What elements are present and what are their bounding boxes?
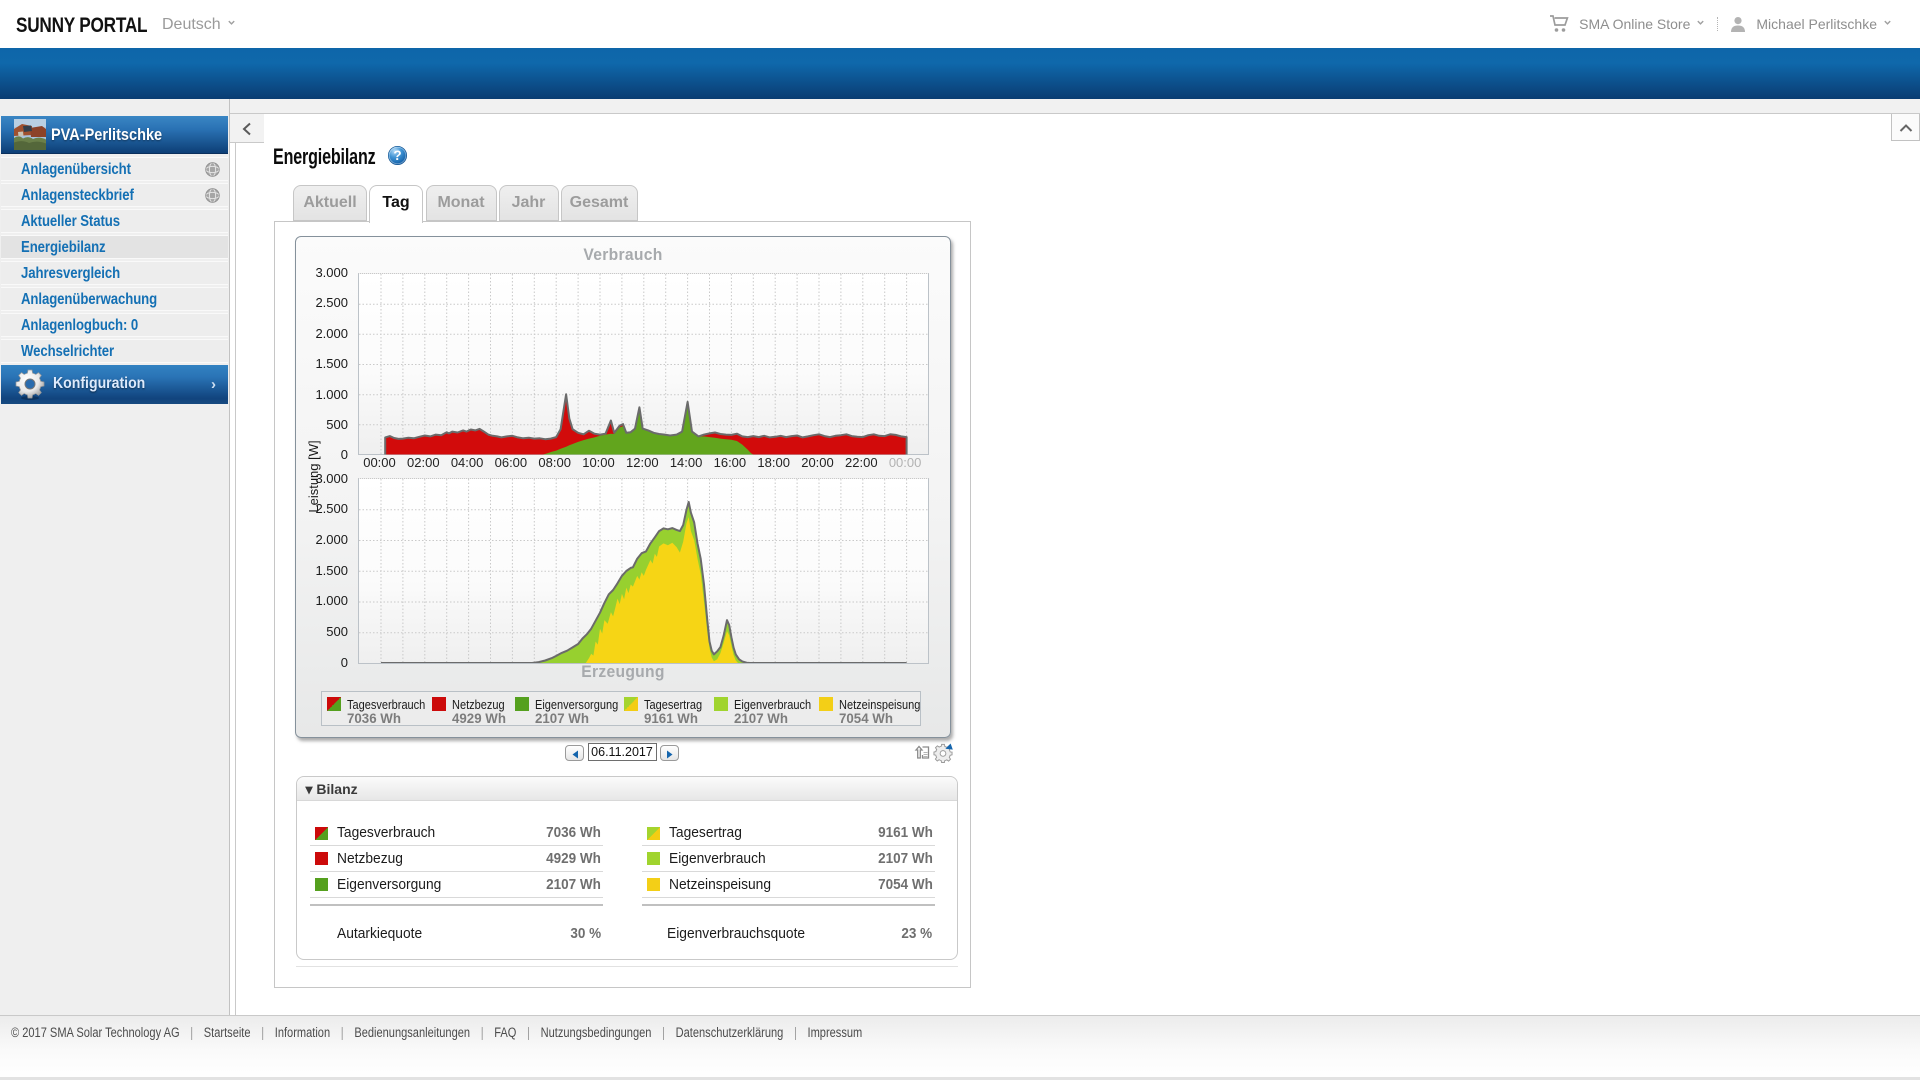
svg-text:?: ? xyxy=(393,148,401,163)
